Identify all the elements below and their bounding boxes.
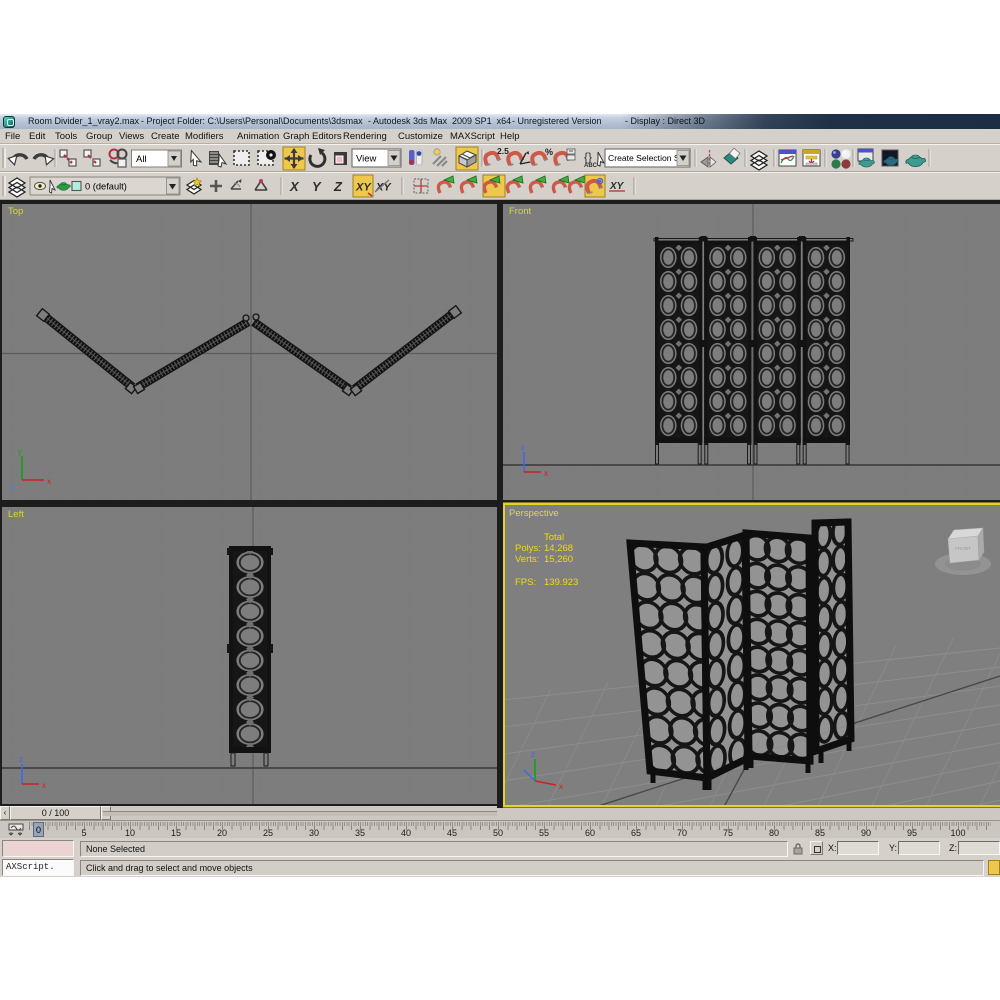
svg-text:Verts:: Verts: (515, 554, 539, 565)
svg-text:XY: XY (375, 182, 392, 194)
svg-text:Y: Y (312, 179, 322, 194)
svg-text:y: y (18, 447, 22, 456)
svg-text:x: x (47, 477, 51, 486)
svg-text:15,260: 15,260 (544, 554, 573, 565)
svg-text:FRONT: FRONT (955, 546, 971, 551)
svg-text:0 (default): 0 (default) (85, 182, 127, 192)
svg-text:x: x (42, 781, 46, 790)
svg-text:z: z (521, 443, 525, 452)
svg-text:Perspective: Perspective (509, 508, 559, 519)
svg-text:x: x (544, 469, 548, 478)
svg-text:Z: Z (333, 179, 343, 194)
svg-text:ABC: ABC (584, 163, 598, 169)
svg-text:Left: Left (8, 509, 24, 520)
svg-text:x: x (559, 782, 563, 791)
svg-text:2.5: 2.5 (497, 146, 509, 156)
svg-text:Front: Front (509, 206, 532, 217)
svg-text:Polys:: Polys: (515, 543, 541, 554)
svg-text:z: z (11, 483, 15, 492)
svg-text:Top: Top (8, 206, 23, 217)
svg-text:Create Selection Set: Create Selection Set (608, 153, 687, 163)
svg-text:Total: Total (544, 532, 564, 543)
svg-text:All: All (136, 154, 147, 165)
svg-text:XY: XY (355, 182, 372, 194)
svg-text:14,268: 14,268 (544, 543, 573, 554)
svg-text:View: View (356, 154, 377, 165)
svg-text:FPS:: FPS: (515, 577, 536, 588)
svg-text:139.923: 139.923 (544, 577, 578, 588)
svg-text:z: z (531, 750, 535, 759)
svg-text:{}: {} (584, 150, 592, 164)
svg-text:%: % (545, 147, 553, 157)
svg-text:z: z (19, 755, 23, 764)
svg-text:X: X (289, 179, 300, 194)
